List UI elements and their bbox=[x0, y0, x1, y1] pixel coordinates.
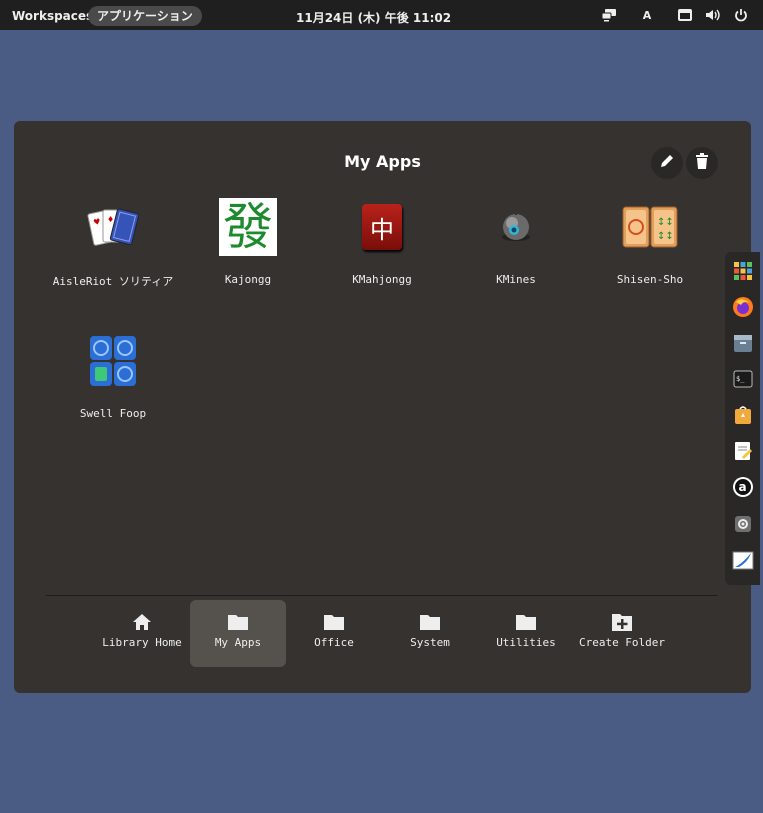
terminal-icon[interactable]: $_ bbox=[732, 369, 754, 390]
app-label: Swell Foop bbox=[79, 407, 147, 420]
app-label: AisleRiot ソリティア bbox=[52, 275, 174, 288]
software-icon[interactable] bbox=[732, 405, 754, 426]
category-utilities[interactable]: Utilities bbox=[478, 600, 574, 667]
swell-foop-icon bbox=[83, 331, 143, 391]
app-aisleriot[interactable]: ♥ ♦♦ AisleRiot ソリティア bbox=[48, 197, 178, 307]
folder-title: My Apps bbox=[344, 152, 421, 171]
svg-text:a: a bbox=[738, 480, 746, 494]
category-label: Office bbox=[314, 636, 354, 649]
text-editor-icon[interactable] bbox=[732, 440, 754, 461]
app-shisen-sho[interactable]: ↕↕ ↕↕ Shisen-Sho bbox=[585, 197, 715, 307]
svg-text:$_: $_ bbox=[736, 375, 745, 383]
applications-button[interactable]: アプリケーション bbox=[88, 6, 202, 26]
app-label: Kajongg bbox=[224, 273, 272, 286]
power-icon[interactable] bbox=[733, 7, 749, 23]
category-label: My Apps bbox=[214, 636, 262, 649]
screen-share-icon[interactable] bbox=[601, 7, 617, 23]
app-kmahjongg[interactable]: 中 KMahjongg bbox=[317, 197, 447, 307]
svg-text:↕↕: ↕↕ bbox=[657, 231, 674, 242]
folder-icon bbox=[226, 610, 250, 634]
clock[interactable]: 11月24日 (木) 午後 11:02 bbox=[296, 9, 451, 26]
category-my-apps[interactable]: My Apps bbox=[190, 600, 286, 667]
kmahjongg-glyph: 中 bbox=[370, 215, 394, 244]
app-label: KMahjongg bbox=[352, 273, 412, 286]
dock: $_ a bbox=[725, 252, 760, 585]
files-icon[interactable] bbox=[732, 333, 754, 354]
category-label: Utilities bbox=[496, 636, 556, 649]
category-library-home[interactable]: Library Home bbox=[94, 600, 190, 667]
app-label: Shisen-Sho bbox=[616, 273, 684, 286]
keyboard-layout-indicator[interactable]: A bbox=[639, 7, 655, 23]
app-label: KMines bbox=[496, 273, 536, 286]
shisen-sho-icon: ↕↕ ↕↕ bbox=[620, 197, 680, 257]
category-label: Create Folder bbox=[578, 636, 666, 649]
svg-text:↕↕: ↕↕ bbox=[657, 217, 674, 228]
svg-text:♦: ♦ bbox=[107, 215, 114, 224]
folder-add-icon bbox=[610, 610, 634, 634]
settings-icon[interactable] bbox=[732, 513, 754, 534]
firefox-icon[interactable] bbox=[732, 296, 754, 318]
display-icon[interactable] bbox=[677, 7, 693, 23]
app-kmines[interactable]: KMines bbox=[451, 197, 581, 307]
category-office[interactable]: Office bbox=[286, 600, 382, 667]
app-kajongg[interactable]: 發 Kajongg bbox=[183, 197, 313, 307]
top-bar: Workspaces アプリケーション 11月24日 (木) 午後 11:02 … bbox=[0, 0, 763, 30]
kmahjongg-icon: 中 bbox=[352, 197, 412, 257]
system-tray: A bbox=[601, 7, 749, 23]
category-system[interactable]: System bbox=[382, 600, 478, 667]
folder-icon bbox=[418, 610, 442, 634]
create-folder-button[interactable]: Create Folder bbox=[574, 600, 670, 667]
kmines-icon bbox=[486, 197, 546, 257]
folder-icon bbox=[514, 610, 538, 634]
category-label: Library Home bbox=[102, 636, 182, 649]
cards-icon: ♥ ♦♦ bbox=[83, 197, 143, 257]
workspaces-button[interactable]: Workspaces bbox=[12, 9, 93, 23]
delete-folder-button[interactable] bbox=[686, 147, 718, 179]
scribus-icon[interactable] bbox=[732, 549, 754, 570]
folder-icon bbox=[322, 610, 346, 634]
home-icon bbox=[130, 610, 154, 634]
a-icon[interactable]: a bbox=[732, 476, 754, 498]
app-library-panel: My Apps ♥ ♦♦ AisleRiot ソリティア 發 Kajongg bbox=[14, 121, 751, 693]
kajongg-icon: 發 bbox=[218, 197, 278, 257]
edit-folder-button[interactable] bbox=[651, 147, 683, 179]
trash-icon bbox=[695, 153, 709, 173]
category-label: System bbox=[410, 636, 450, 649]
divider bbox=[46, 595, 718, 596]
app-grid-icon[interactable] bbox=[732, 260, 754, 281]
pencil-icon bbox=[659, 153, 675, 173]
kajongg-glyph: 發 bbox=[223, 198, 273, 256]
app-swell-foop[interactable]: Swell Foop bbox=[48, 331, 178, 441]
volume-icon[interactable] bbox=[705, 7, 721, 23]
